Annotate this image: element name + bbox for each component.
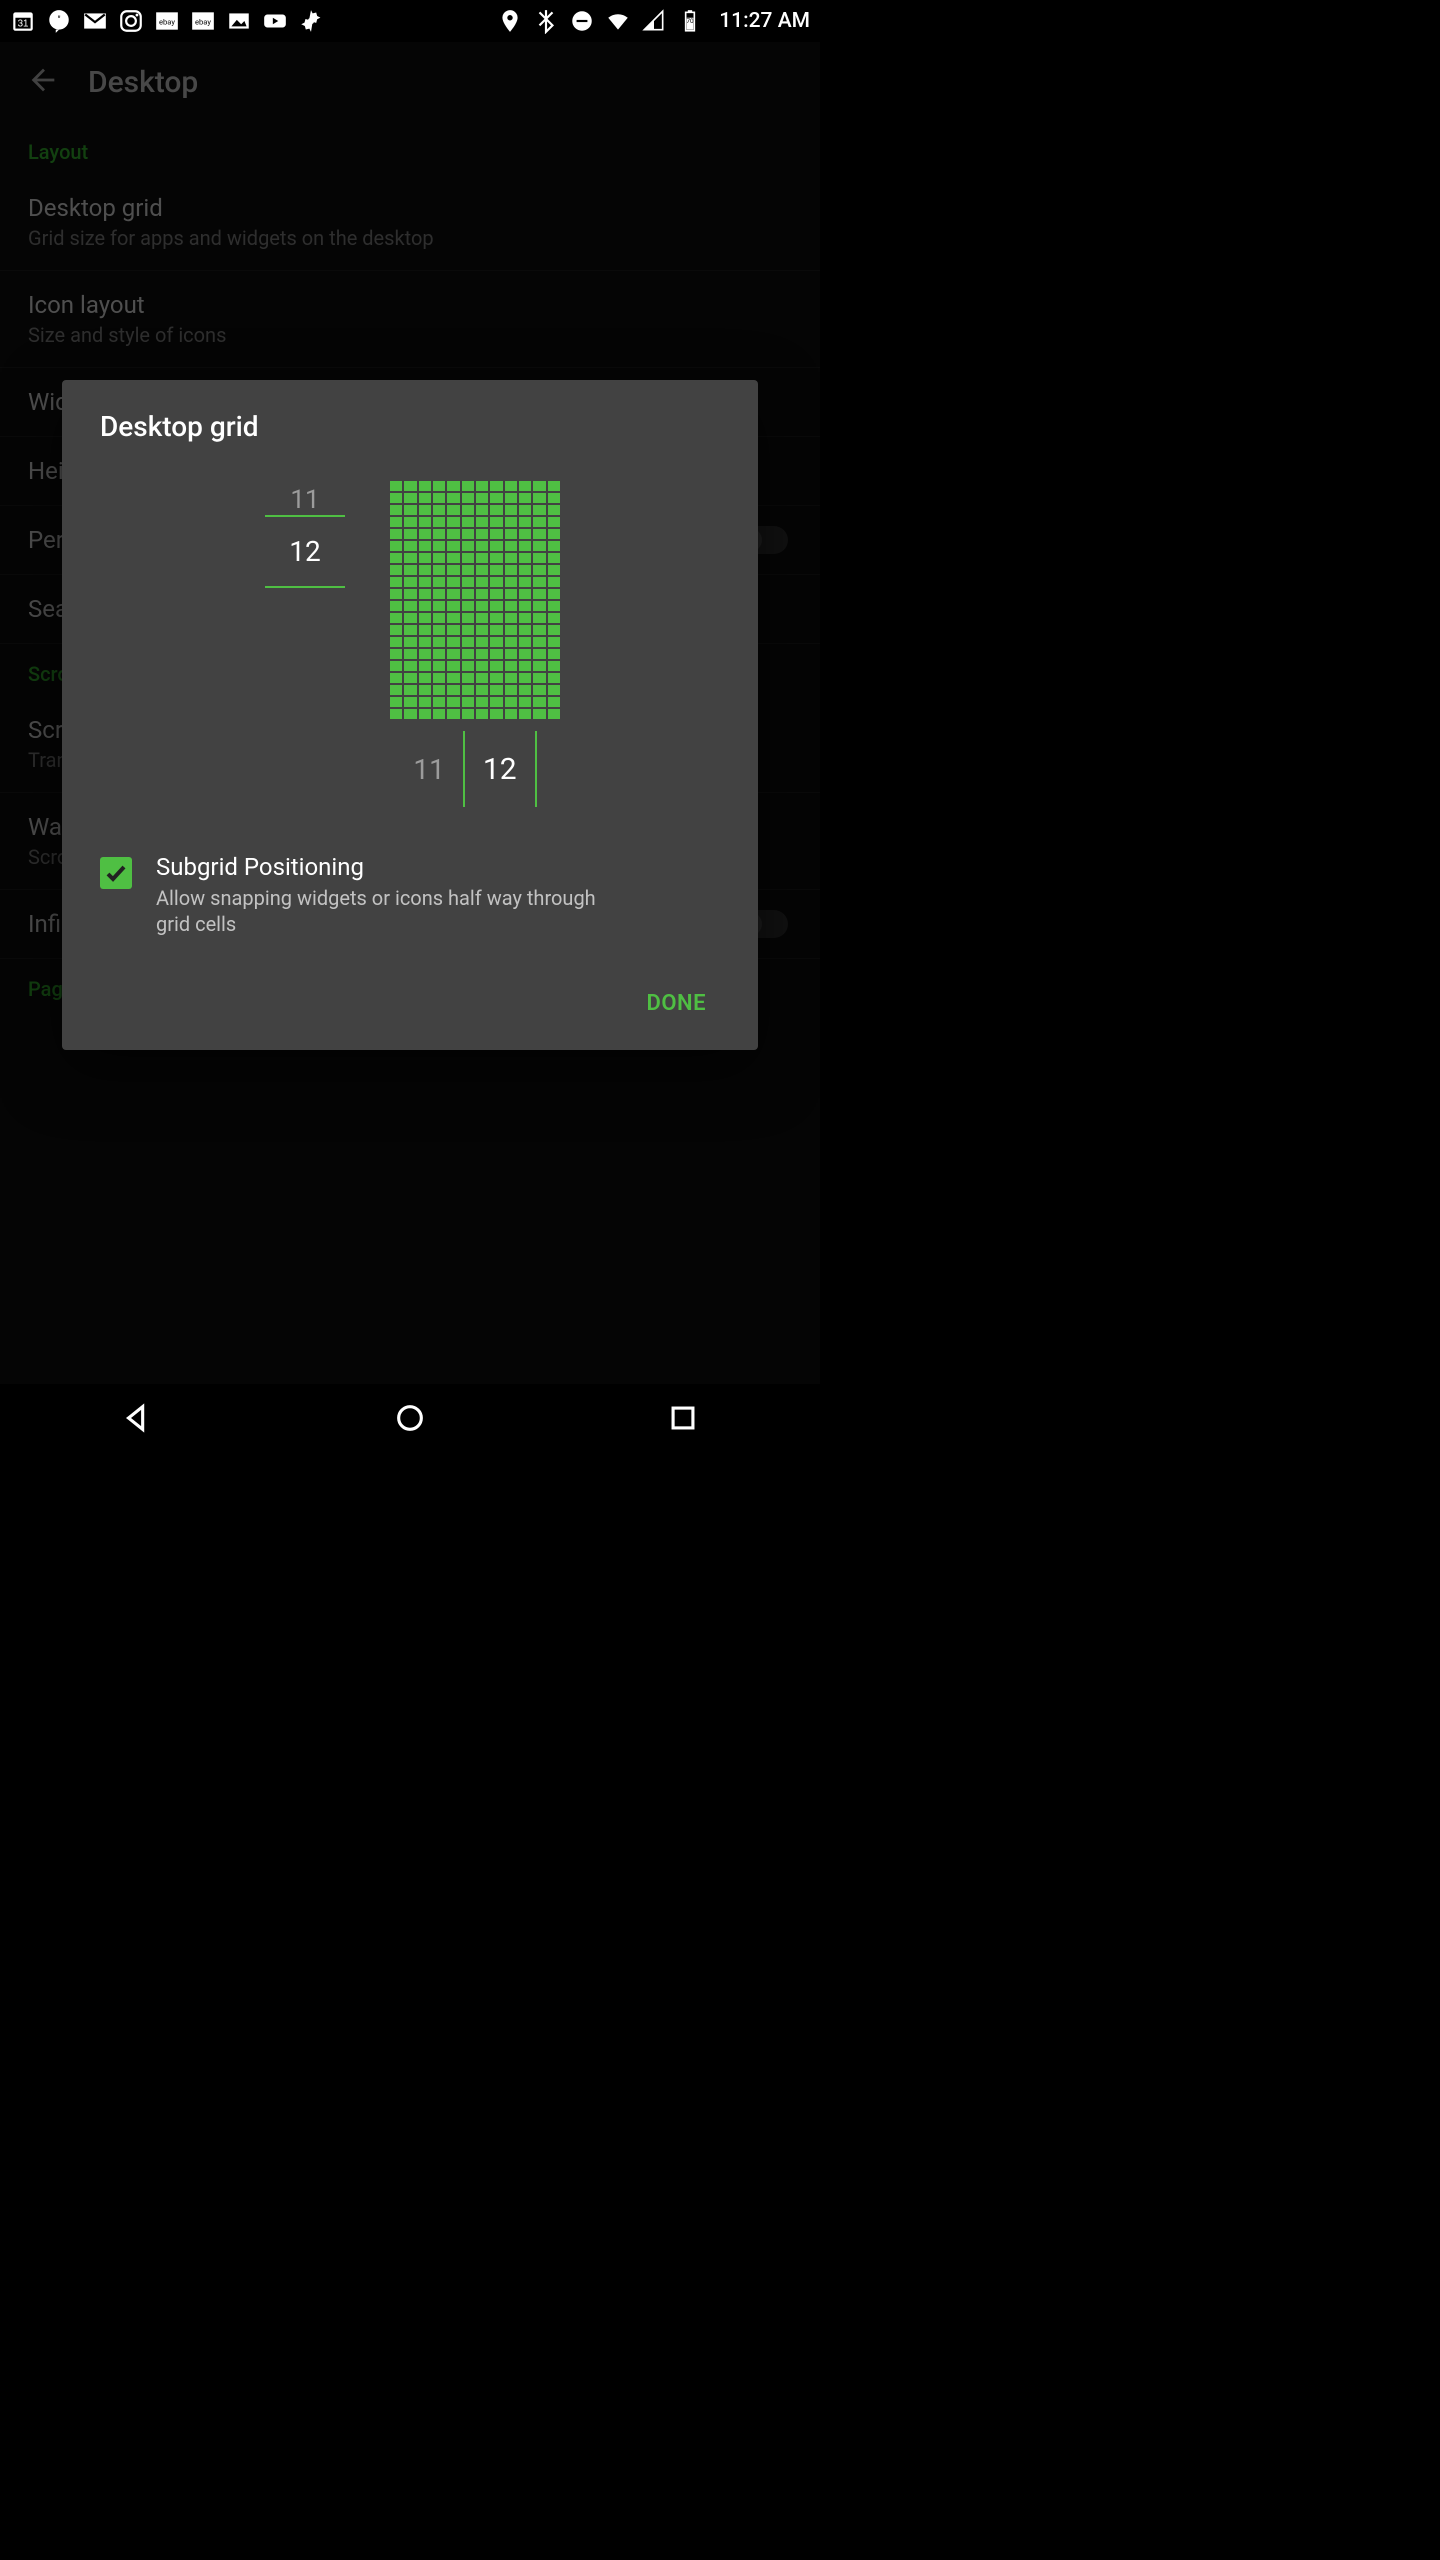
wifi-icon (605, 8, 631, 34)
subgrid-title: Subgrid Positioning (156, 853, 616, 881)
picker-divider (463, 731, 465, 807)
nav-recents-icon[interactable] (666, 1401, 700, 1439)
ebay-icon-2: ebay (190, 8, 216, 34)
rows-picker[interactable]: 11 12 (260, 485, 350, 588)
battery-icon: 70 (677, 8, 703, 34)
rows-prev-value: 11 (290, 485, 319, 515)
photos-icon (226, 8, 252, 34)
desktop-grid-dialog: Desktop grid 11 12 11 12 Subgrid Positio… (62, 380, 758, 1050)
cols-current-value: 12 (483, 752, 517, 787)
cols-picker[interactable]: 11 12 (413, 731, 536, 807)
picker-divider (265, 586, 345, 588)
signal-icon (641, 8, 667, 34)
svg-text:ebay: ebay (159, 17, 175, 26)
hangouts-icon: " (46, 8, 72, 34)
picker-divider (265, 515, 345, 517)
instagram-icon (118, 8, 144, 34)
subgrid-subtitle: Allow snapping widgets or icons half way… (156, 885, 616, 937)
dnd-icon (569, 8, 595, 34)
navigation-bar (0, 1384, 820, 1456)
grid-preview (390, 481, 560, 719)
svg-text:ebay: ebay (195, 17, 211, 26)
svg-text:31: 31 (18, 18, 29, 29)
settings-icon (298, 8, 324, 34)
svg-text:": " (57, 15, 60, 26)
nav-back-icon[interactable] (120, 1401, 154, 1439)
bluetooth-icon (533, 8, 559, 34)
svg-text:70: 70 (687, 17, 695, 25)
gmail-icon (82, 8, 108, 34)
cols-prev-value: 11 (413, 753, 444, 786)
rows-current-value: 12 (289, 535, 320, 568)
dialog-title: Desktop grid (100, 410, 720, 443)
calendar-icon: 31 (10, 8, 36, 34)
nav-home-icon[interactable] (393, 1401, 427, 1439)
ebay-icon: ebay (154, 8, 180, 34)
done-button[interactable]: DONE (633, 981, 720, 1026)
status-time: 11:27 AM (719, 9, 810, 33)
youtube-icon (262, 8, 288, 34)
picker-divider (535, 731, 537, 807)
location-icon (497, 8, 523, 34)
status-bar: 31 " ebay ebay 70 11:27 AM (0, 0, 820, 42)
subgrid-checkbox[interactable] (100, 857, 132, 889)
